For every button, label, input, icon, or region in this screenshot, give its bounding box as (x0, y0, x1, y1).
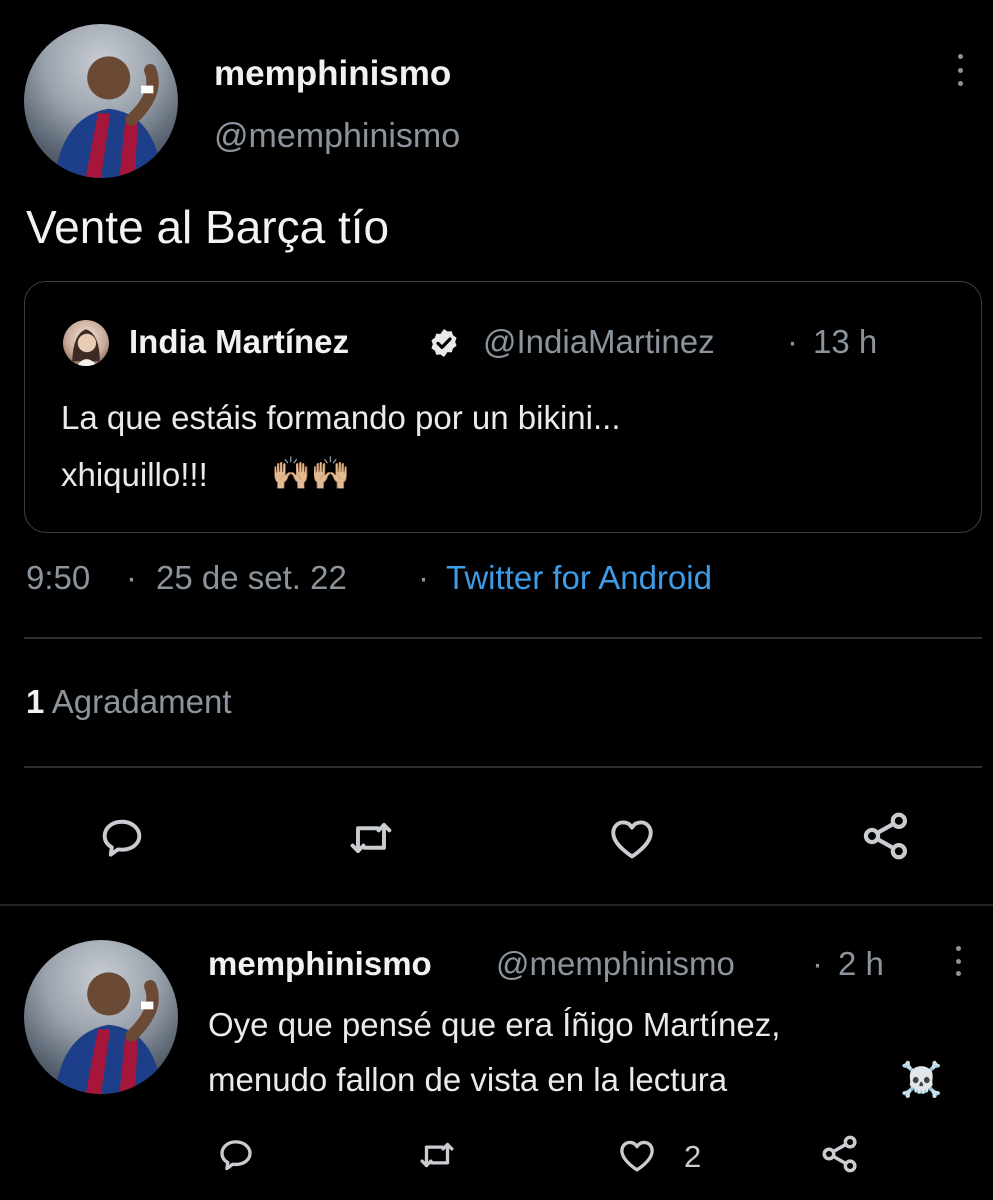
main-handle[interactable]: @memphinismo (214, 116, 460, 156)
quoted-separator: · (787, 323, 798, 360)
quoted-time: 13 h (813, 323, 878, 360)
reply-retweet-icon[interactable] (414, 1134, 460, 1176)
skull-crossbones-emoji: ☠️ (900, 1061, 943, 1099)
quoted-profile-photo (72, 329, 100, 366)
tweet-time: 9:50 (26, 559, 91, 596)
quoted-text-line2: xhiquillo!!! (61, 456, 208, 493)
verified-badge-icon (428, 327, 460, 359)
main-display-name[interactable]: memphinismo (214, 54, 451, 94)
quoted-tweet-card[interactable]: India Martínez @IndiaMartinez · 13 h La … (24, 281, 982, 533)
share-icon[interactable] (858, 808, 914, 864)
reply-share-icon[interactable] (818, 1132, 862, 1176)
retweet-icon[interactable] (343, 812, 399, 864)
divider-middle (24, 766, 982, 768)
reply-player-photo (54, 972, 163, 1094)
heart-icon[interactable] (604, 812, 660, 864)
reply-separator: · (812, 945, 823, 982)
meta-separator-2: · (418, 559, 429, 596)
quoted-display-name: India Martínez (129, 323, 350, 360)
divider-bottom (0, 904, 993, 906)
reply-display-name[interactable]: memphinismo (208, 944, 432, 984)
reply-like-count: 2 (684, 1139, 702, 1174)
reply-text-line2: menudo fallon de vista en la lectura (208, 1061, 728, 1098)
divider-top (24, 637, 982, 639)
reply-time: 2 h (838, 945, 884, 982)
main-avatar[interactable] (24, 24, 178, 178)
likes-label: Agradament (51, 683, 232, 720)
likes-count: 1 (26, 683, 45, 720)
player-photo (54, 56, 163, 178)
quoted-text-line1: La que estáis formando por un bikini... (61, 399, 621, 436)
reply-text-line1: Oye que pensé que era Íñigo Martínez, (208, 1006, 781, 1043)
main-tweet-text: Vente al Barça tío (26, 201, 390, 253)
tweet-date: 25 de set. 22 (156, 559, 347, 596)
raised-hands-emoji: 🙌🏼🙌🏼 (271, 455, 351, 491)
reply-handle[interactable]: @memphinismo (496, 944, 735, 984)
speech-bubble-icon[interactable] (96, 812, 148, 864)
reply-heart-icon[interactable] (614, 1134, 660, 1176)
reply-vertical-dots-icon[interactable] (953, 946, 963, 976)
tweet-source-link[interactable]: Twitter for Android (446, 558, 712, 598)
quoted-avatar (63, 320, 109, 366)
vertical-dots-icon[interactable] (955, 54, 965, 86)
quoted-handle: @IndiaMartinez (483, 323, 715, 360)
reply-speech-bubble-icon[interactable] (215, 1134, 257, 1176)
likes-summary[interactable]: 1 Agradament (26, 682, 232, 722)
meta-separator-1: · (126, 559, 137, 596)
reply-avatar[interactable] (24, 940, 178, 1094)
